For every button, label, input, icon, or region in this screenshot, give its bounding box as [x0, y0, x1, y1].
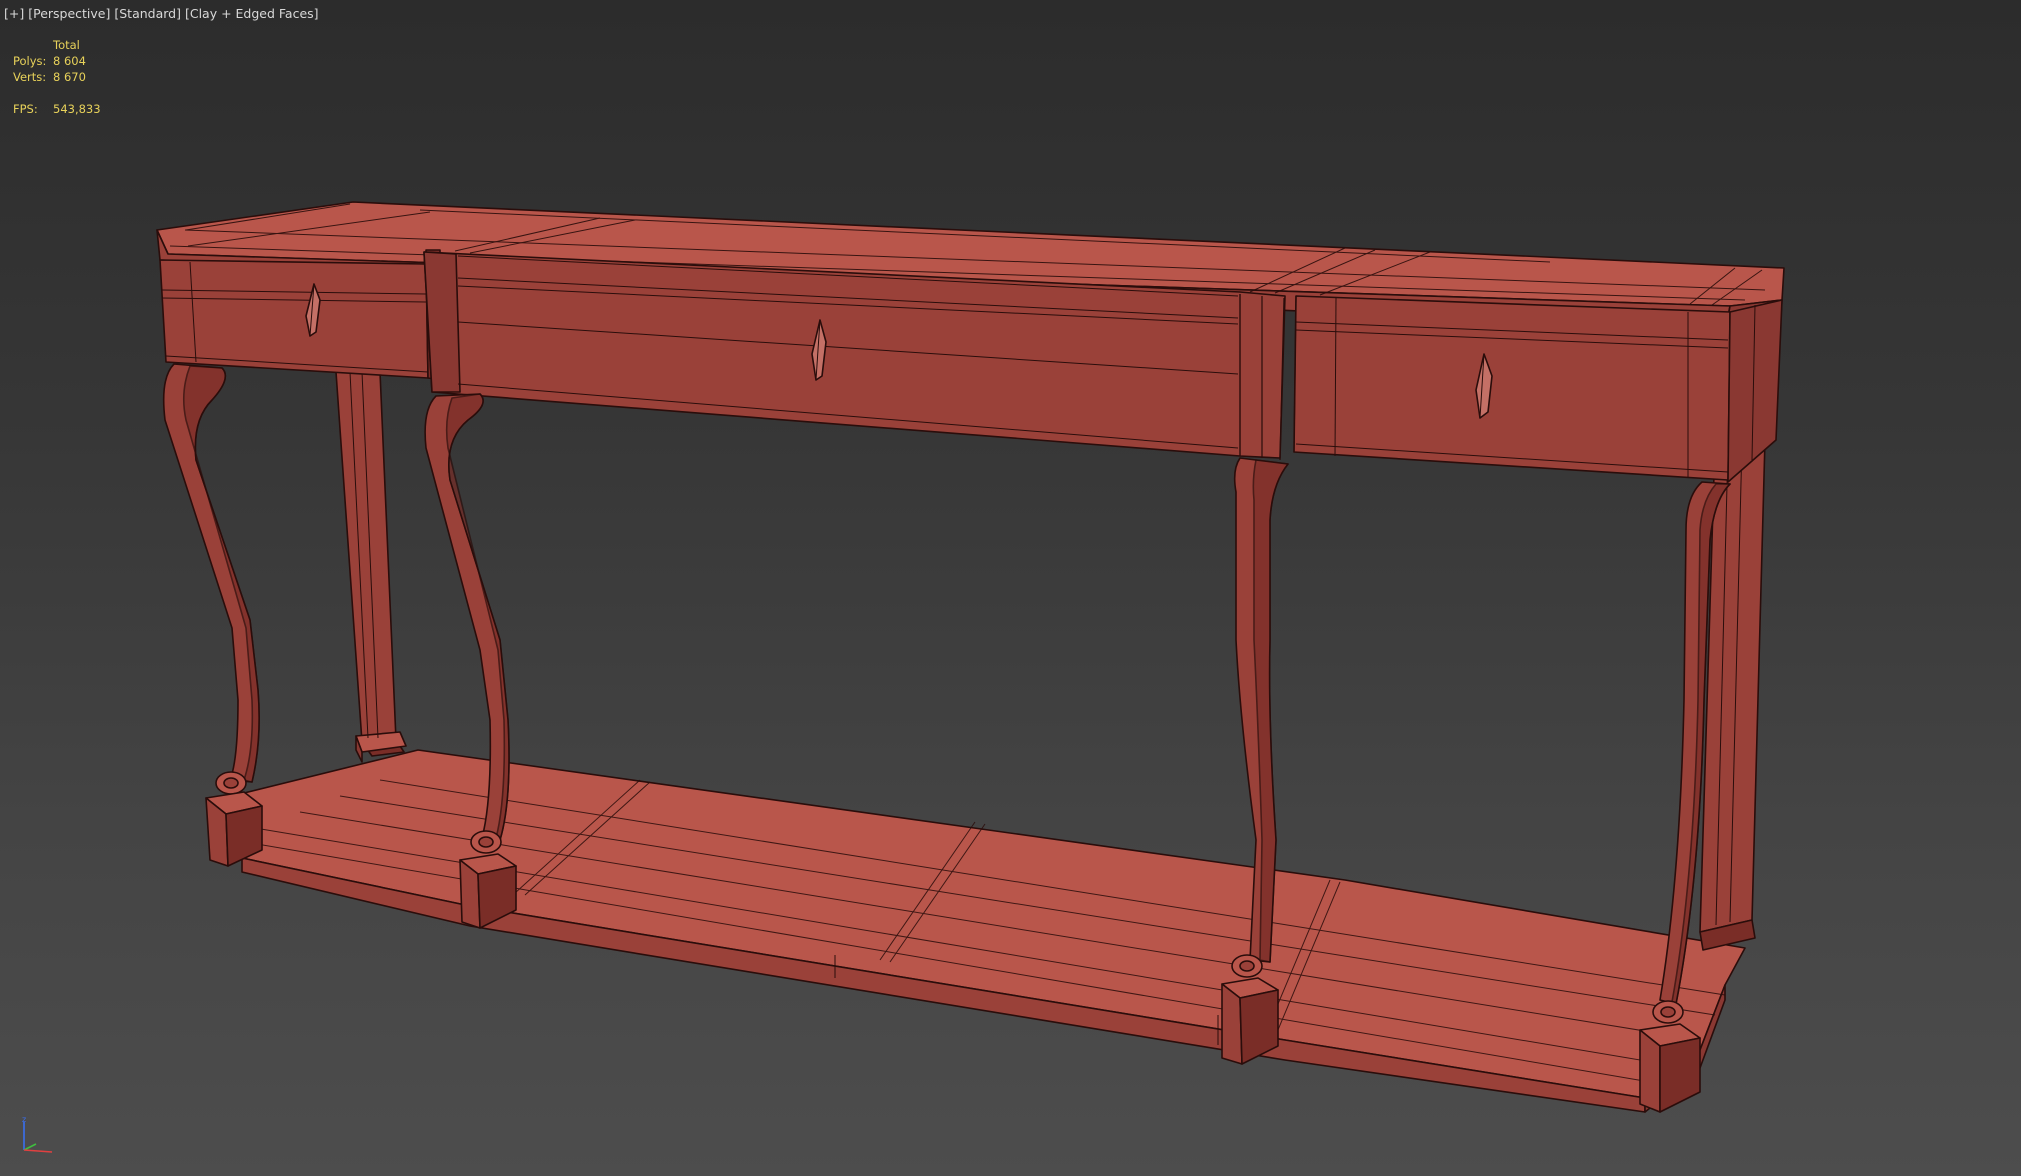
front-left-leg	[162, 363, 263, 867]
bottom-shelf	[231, 749, 1746, 1113]
left-drawer	[159, 249, 441, 381]
back-left-leg	[335, 371, 407, 763]
console-table-model[interactable]	[0, 0, 2021, 1176]
right-drawer	[1293, 295, 1783, 483]
svg-text:z: z	[22, 1116, 26, 1124]
axis-tripod-icon: z	[22, 1116, 53, 1153]
perspective-viewport[interactable]: [+] [Perspective] [Standard] [Clay + Edg…	[0, 0, 2021, 1176]
